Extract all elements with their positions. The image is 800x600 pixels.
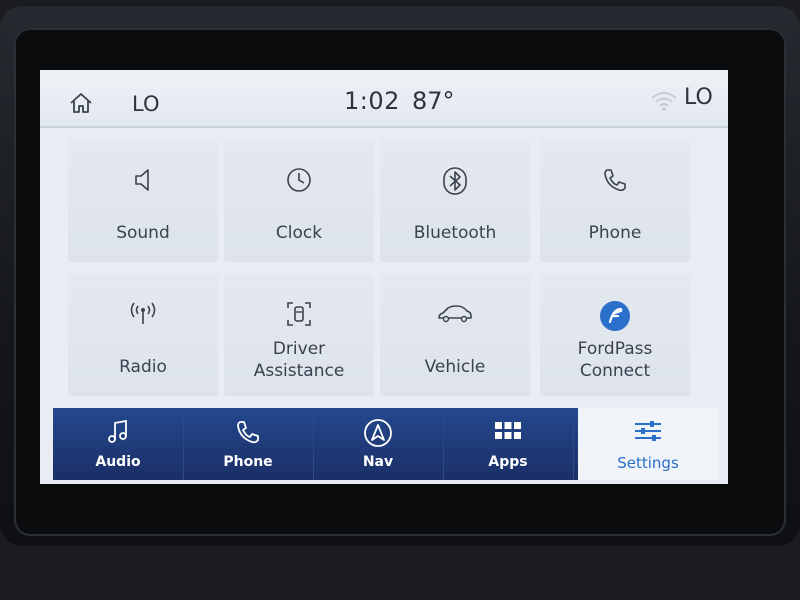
navigation-arrow-icon [313, 418, 443, 447]
tab-nav[interactable]: Nav [313, 408, 444, 480]
car-icon [380, 300, 530, 328]
tile-label: FordPass Connect [540, 338, 690, 382]
settings-grid: Sound Clock Bluetooth Phone Radio Driver… [40, 128, 728, 464]
radio-antenna-icon [68, 300, 218, 328]
wifi-icon [650, 90, 678, 112]
tile-label: Sound [116, 223, 170, 243]
touchscreen: LO 1:02 87° LO Sound Clock Bluetooth Pho… [40, 70, 728, 484]
tile-label-line1: FordPass [577, 339, 653, 359]
bottom-tab-bar: Audio Phone Nav Apps Settings [53, 408, 718, 480]
driver-climate-temp[interactable]: LO [132, 92, 159, 116]
tab-label: Apps [488, 454, 528, 470]
tab-settings[interactable]: Settings [578, 408, 718, 480]
tab-phone[interactable]: Phone [183, 408, 314, 480]
tab-label: Audio [95, 454, 141, 470]
tile-label: Vehicle [424, 357, 486, 377]
tile-driver-assistance[interactable]: Driver Assistance [224, 274, 374, 396]
status-bar: LO 1:02 87° LO [40, 70, 728, 128]
speaker-icon [68, 166, 218, 194]
music-note-icon [53, 418, 183, 446]
tab-label: Settings [617, 454, 679, 472]
tile-label: Driver Assistance [224, 338, 374, 382]
clock-time: 1:02 [344, 87, 400, 115]
tile-label-line2: Assistance [253, 361, 345, 381]
tile-label: Phone [588, 223, 642, 243]
apps-grid-icon [443, 418, 573, 446]
bluetooth-icon [380, 166, 530, 195]
phone-icon [183, 418, 313, 446]
tile-sound[interactable]: Sound [68, 140, 218, 262]
outside-temperature: 87° [412, 87, 455, 115]
tile-label-line1: Driver [272, 339, 326, 359]
home-icon[interactable] [68, 92, 94, 114]
tile-label-line2: Connect [579, 361, 651, 381]
tile-radio[interactable]: Radio [68, 274, 218, 396]
tile-label: Radio [119, 357, 167, 377]
phone-icon [540, 166, 690, 194]
settings-sliders-icon [578, 418, 718, 446]
tile-label: Clock [275, 223, 323, 243]
tab-label: Nav [362, 454, 394, 470]
tab-audio[interactable]: Audio [53, 408, 184, 480]
driver-assistance-icon [224, 300, 374, 328]
tile-fordpass-connect[interactable]: FordPass Connect [540, 274, 690, 396]
tile-bluetooth[interactable]: Bluetooth [380, 140, 530, 262]
tab-apps[interactable]: Apps [443, 408, 574, 480]
tile-vehicle[interactable]: Vehicle [380, 274, 530, 396]
tile-clock[interactable]: Clock [224, 140, 374, 262]
clock-icon [224, 166, 374, 194]
tile-label: Bluetooth [413, 223, 497, 243]
tile-phone[interactable]: Phone [540, 140, 690, 262]
fordpass-icon [540, 300, 690, 331]
passenger-climate-temp[interactable]: LO [684, 85, 713, 110]
tab-label: Phone [223, 454, 273, 470]
